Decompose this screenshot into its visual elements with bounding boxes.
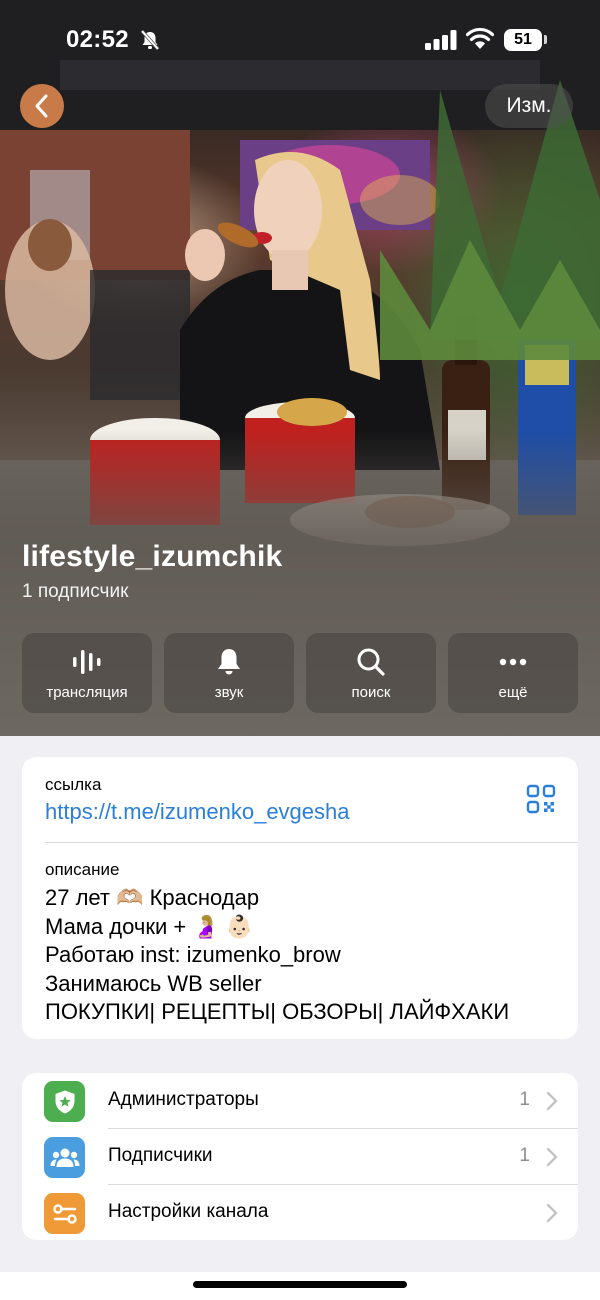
- chevron-right-icon: [546, 1091, 558, 1111]
- administrators-row[interactable]: Администраторы 1: [22, 1073, 578, 1129]
- channel-settings-icon: [44, 1193, 85, 1234]
- description-label: описание: [45, 860, 120, 879]
- chevron-right-icon: [546, 1147, 558, 1167]
- sound-label: звук: [214, 684, 244, 701]
- link-label: ссылка: [45, 775, 102, 794]
- channel-actions: трансляция звук поиск ещё: [22, 633, 578, 713]
- admin-shield-icon: [44, 1081, 85, 1122]
- description-line: 27 лет 🫶🏼 Краснодар: [45, 885, 260, 910]
- broadcast-label: трансляция: [46, 684, 128, 701]
- description-line: ПОКУПКИ| РЕЦЕПТЫ| ОБЗОРЫ| ЛАЙФХАКИ: [45, 999, 510, 1024]
- description-line: Мама дочки + 🤰🏼 👶🏻: [45, 913, 254, 939]
- status-time: 02:52: [66, 26, 129, 53]
- subscribers-count: 1: [519, 1145, 530, 1166]
- search-label: поиск: [351, 684, 391, 701]
- info-divider: [45, 842, 578, 843]
- chevron-left-icon: [35, 94, 48, 118]
- shield-star-icon: [55, 1090, 74, 1113]
- more-button[interactable]: ещё: [448, 633, 578, 713]
- cellular-signal-icon: [425, 30, 457, 50]
- people-icon: [50, 1148, 79, 1167]
- search-button[interactable]: поиск: [306, 633, 436, 713]
- chevron-right-icon: [546, 1203, 558, 1223]
- subscribers-label: Подписчики: [108, 1145, 213, 1166]
- battery-tip: [544, 35, 547, 44]
- toggles-icon: [52, 1203, 77, 1224]
- channel-settings-label: Настройки канала: [108, 1201, 269, 1222]
- description-line: Занимаюсь WB seller: [45, 970, 262, 996]
- administrators-count: 1: [519, 1089, 530, 1110]
- wifi-icon: [466, 27, 494, 49]
- channel-link[interactable]: https://t.me/izumenko_evgesha: [45, 799, 350, 825]
- description-line: Работаю inst: izumenko_brow: [45, 942, 341, 967]
- qr-code-icon[interactable]: [526, 784, 556, 814]
- channel-settings-row[interactable]: Настройки канала: [22, 1185, 578, 1241]
- bell-muted-icon: [140, 29, 160, 51]
- bell-icon: [218, 649, 240, 675]
- administrators-label: Администраторы: [108, 1089, 259, 1110]
- back-button[interactable]: [20, 84, 64, 128]
- channel-description: 27 лет 🫶🏼 Краснодар Мама дочки + 🤰🏼 👶🏻 Р…: [45, 884, 570, 1027]
- search-icon: [357, 648, 385, 676]
- subscribers-icon: [44, 1137, 85, 1178]
- sound-button[interactable]: звук: [164, 633, 294, 713]
- more-label: ещё: [498, 684, 528, 701]
- channel-title: lifestyle_izumchik: [22, 540, 283, 573]
- home-indicator[interactable]: [193, 1281, 407, 1288]
- subscriber-count: 1 подписчик: [22, 581, 129, 602]
- edit-button[interactable]: Изм.: [485, 84, 573, 128]
- broadcast-button[interactable]: трансляция: [22, 633, 152, 713]
- battery-level: 51: [504, 29, 542, 51]
- subscribers-row[interactable]: Подписчики 1: [22, 1129, 578, 1185]
- status-bar: 02:52 51: [0, 0, 600, 80]
- broadcast-icon: [73, 650, 101, 674]
- more-icon: [499, 658, 527, 666]
